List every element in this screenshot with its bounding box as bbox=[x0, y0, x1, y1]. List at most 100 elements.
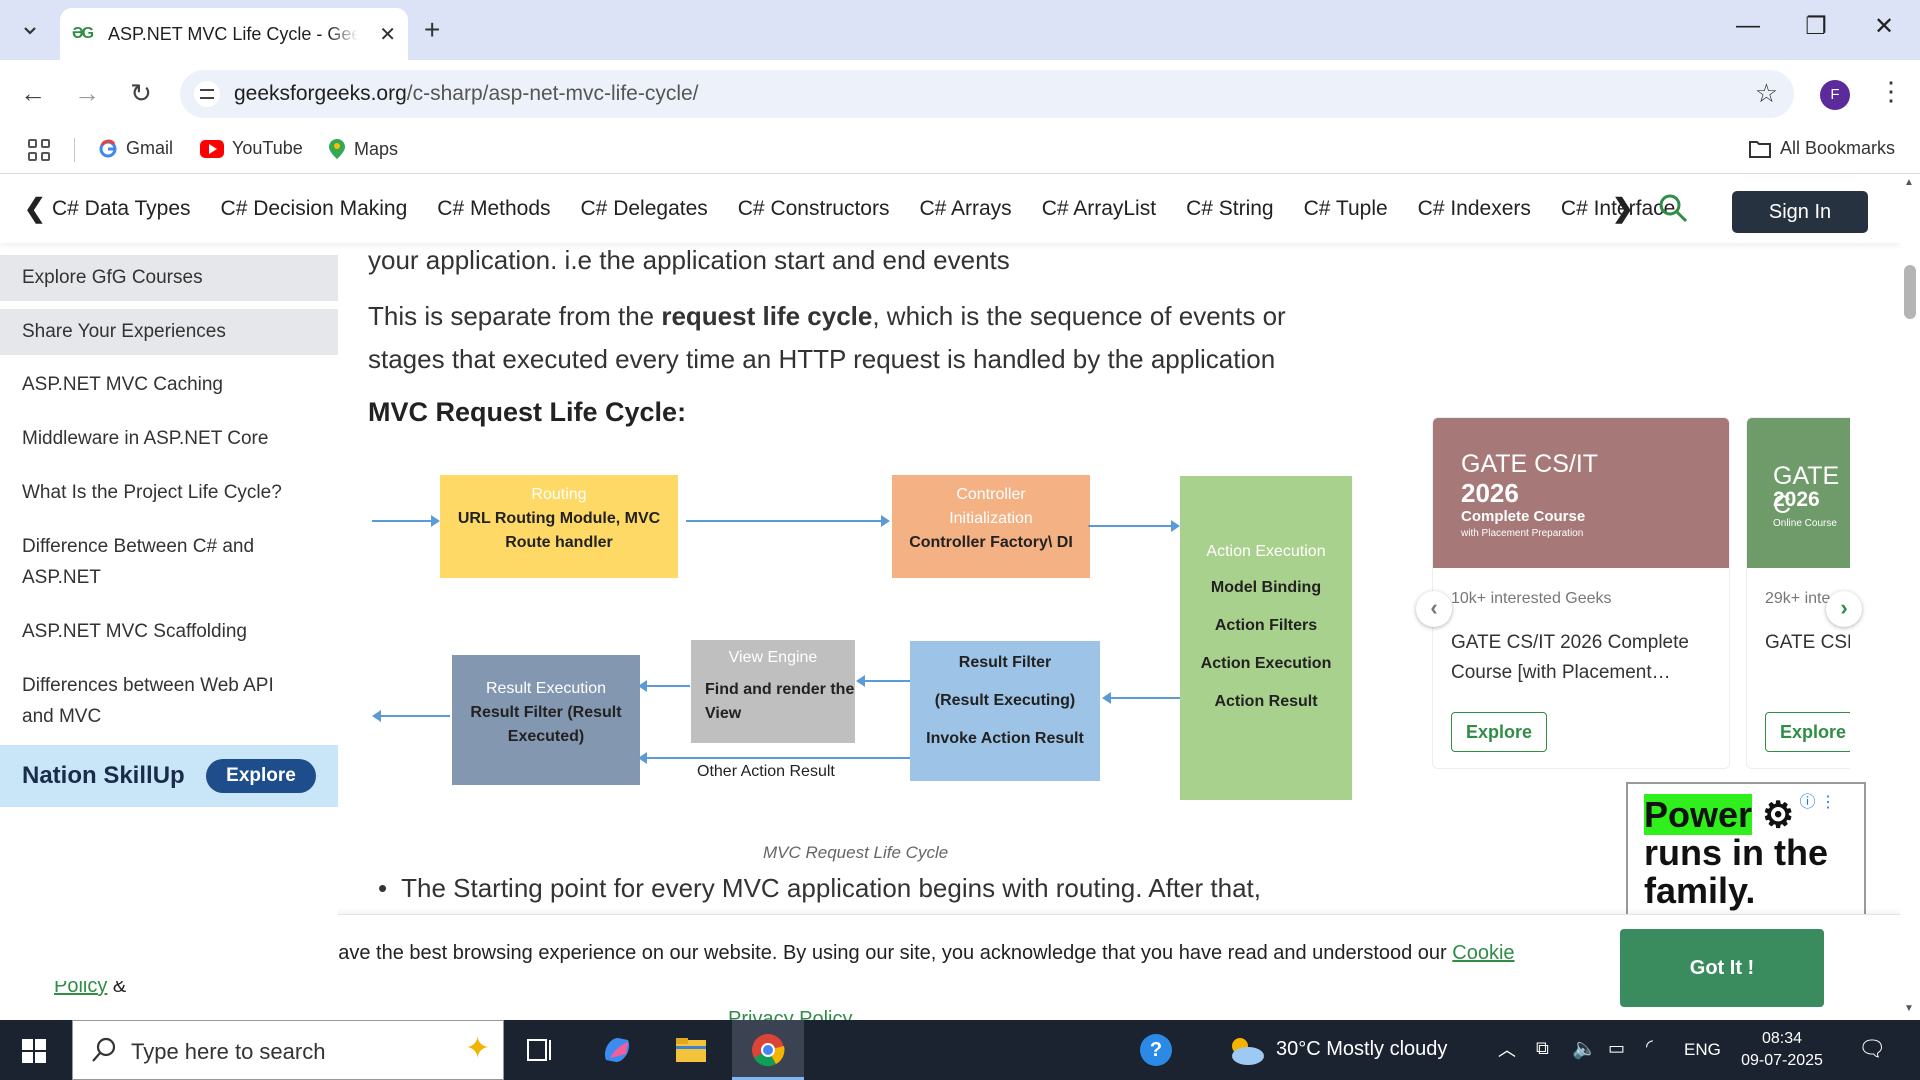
volume-icon[interactable]: 🔈 bbox=[1572, 1036, 1597, 1061]
address-bar[interactable]: geeksforgeeks.org/c-sharp/asp-net-mvc-li… bbox=[180, 70, 1794, 118]
sidebar-item-csharp-vs-aspnet[interactable]: Difference Between C# and ASP.NET bbox=[0, 531, 300, 593]
nation-skillup-label: Nation SkillUp bbox=[22, 762, 185, 789]
bookmark-gmail[interactable]: Gmail bbox=[98, 138, 173, 159]
arrow-into-routing bbox=[372, 515, 440, 527]
topic-link[interactable]: C# Constructors bbox=[738, 197, 890, 221]
arrow-view-to-result-exec bbox=[638, 680, 690, 692]
profile-avatar[interactable]: F bbox=[1820, 80, 1850, 110]
topic-link[interactable]: C# Data Types bbox=[52, 197, 191, 221]
tab-strip: ƏG ASP.NET MVC Life Cycle - GeeksforGeek… bbox=[0, 0, 1920, 60]
copilot-icon[interactable] bbox=[600, 1034, 634, 1066]
result-filter-box: Result Filter (Result Executing) Invoke … bbox=[910, 641, 1100, 781]
all-bookmarks-button[interactable]: All Bookmarks bbox=[1748, 138, 1895, 159]
browser-menu-icon[interactable]: ⋮ bbox=[1878, 76, 1904, 107]
reload-button[interactable]: ↻ bbox=[124, 78, 158, 109]
nav-scroll-left-icon[interactable]: ❮ bbox=[24, 193, 46, 224]
course-title[interactable]: GATE CSE [Live Wee bbox=[1765, 628, 1850, 658]
taskbar-search-box[interactable]: Type here to search ✦ bbox=[72, 1020, 504, 1080]
carousel-prev-icon[interactable]: ‹ bbox=[1416, 591, 1452, 627]
sidebar-item-middleware[interactable]: Middleware in ASP.NET Core bbox=[0, 423, 338, 454]
sidebar-item-webapi-vs-mvc[interactable]: Differences between Web API and MVC bbox=[0, 670, 300, 732]
site-info-icon[interactable] bbox=[194, 81, 220, 107]
close-window-button[interactable]: ✕ bbox=[1864, 12, 1904, 41]
course-title[interactable]: GATE CS/IT 2026 Complete Course [with Pl… bbox=[1451, 628, 1721, 688]
tab-title: ASP.NET MVC Life Cycle - GeeksforGeeks bbox=[108, 23, 358, 44]
page-content: ❮ C# Data Types C# Decision Making C# Meth… bbox=[0, 175, 1900, 1020]
topic-link[interactable]: C# Indexers bbox=[1418, 197, 1531, 221]
folder-icon bbox=[1749, 140, 1771, 158]
accept-cookies-button[interactable]: Got It ! bbox=[1620, 929, 1824, 1007]
weather-cloud-icon bbox=[1232, 1038, 1264, 1065]
course-card-image: GATE CS/IT 2026 Complete Course with Pla… bbox=[1433, 418, 1729, 568]
back-button[interactable]: ← bbox=[16, 78, 50, 109]
article: your application. i.e the application st… bbox=[368, 175, 1368, 1020]
action-execution-box: Action Execution Model Binding Action Fi… bbox=[1180, 476, 1352, 800]
course-card-gate-cs[interactable]: GATE CS/IT 2026 Complete Course with Pla… bbox=[1432, 417, 1730, 769]
topic-nav: ❮ C# Data Types C# Decision Making C# Meth… bbox=[0, 175, 1900, 243]
topic-link[interactable]: C# ArrayList bbox=[1042, 197, 1156, 221]
sign-in-button[interactable]: Sign In bbox=[1732, 191, 1868, 233]
system-clock[interactable]: 08:34 09-07-2025 bbox=[1722, 1028, 1842, 1072]
sidebar-item-scaffolding[interactable]: ASP.NET MVC Scaffolding bbox=[0, 616, 338, 647]
sidebar-item-share-experiences[interactable]: Share Your Experiences bbox=[0, 309, 338, 355]
bookmark-maps[interactable]: Maps bbox=[328, 138, 398, 160]
battery-icon[interactable]: ▭ bbox=[1608, 1038, 1625, 1059]
course-interest-count: 29k+ inte bbox=[1765, 590, 1831, 607]
topic-link[interactable]: C# Arrays bbox=[919, 197, 1011, 221]
view-engine-box: View Engine Find and render the View bbox=[691, 640, 855, 743]
file-explorer-icon[interactable] bbox=[674, 1034, 708, 1066]
nation-skillup-banner: Nation SkillUp Explore bbox=[0, 745, 338, 807]
task-view-icon[interactable] bbox=[524, 1034, 558, 1066]
notifications-icon[interactable]: 🗨 bbox=[1858, 1036, 1886, 1062]
sidebar-item-explore-courses[interactable]: Explore GfG Courses bbox=[0, 255, 338, 301]
search-icon[interactable] bbox=[1658, 193, 1688, 223]
help-icon[interactable]: ? bbox=[1140, 1034, 1172, 1066]
wifi-icon[interactable]: ◜ bbox=[1646, 1036, 1653, 1057]
nation-explore-button[interactable]: Explore bbox=[206, 759, 316, 793]
sidebar-item-project-life-cycle[interactable]: What Is the Project Life Cycle? bbox=[0, 477, 338, 508]
privacy-policy-link[interactable]: Privacy Policy bbox=[728, 1008, 852, 1020]
close-tab-icon[interactable]: ✕ bbox=[379, 22, 396, 47]
windows-taskbar: Type here to search ✦ ? 30°C Mostly clou… bbox=[0, 1020, 1920, 1080]
sidebar-item-mvc-caching[interactable]: ASP.NET MVC Caching bbox=[0, 369, 338, 400]
windows-start-icon[interactable] bbox=[22, 1039, 46, 1063]
page-scrollbar[interactable]: ▲ ▼ bbox=[1900, 175, 1920, 1020]
scroll-up-icon[interactable]: ▲ bbox=[1904, 177, 1914, 188]
course-explore-button[interactable]: Explore bbox=[1451, 712, 1547, 752]
carousel-next-icon[interactable]: › bbox=[1826, 591, 1862, 627]
course-explore-button[interactable]: Explore bbox=[1765, 712, 1850, 752]
result-execution-box: Result Execution Result Filter (Result E… bbox=[452, 655, 640, 785]
forward-button[interactable]: → bbox=[70, 78, 104, 109]
restore-button[interactable]: ❐ bbox=[1796, 12, 1836, 41]
topic-link[interactable]: C# Tuple bbox=[1304, 197, 1388, 221]
bookmark-star-icon[interactable]: ☆ bbox=[1755, 78, 1778, 109]
active-tab[interactable]: ƏG ASP.NET MVC Life Cycle - GeeksforGeek… bbox=[60, 8, 408, 60]
controller-box: Controller Initialization Controller Fac… bbox=[892, 475, 1090, 578]
advertisement[interactable]: ⓘ ⋮ Power ⚙ runs in the family. bbox=[1626, 782, 1866, 922]
new-tab-button[interactable]: + bbox=[424, 14, 440, 46]
arrow-action-to-result-filter bbox=[1102, 692, 1180, 704]
figure-caption: MVC Request Life Cycle bbox=[763, 843, 949, 862]
mvc-life-cycle-diagram: Routing URL Routing Module, MVC Route ha… bbox=[368, 475, 1358, 835]
apps-grid-icon[interactable] bbox=[28, 139, 50, 161]
topic-link[interactable]: C# Decision Making bbox=[221, 197, 408, 221]
bookmark-youtube[interactable]: YouTube bbox=[200, 138, 303, 159]
nav-scroll-right-icon[interactable]: ❯ bbox=[1612, 193, 1634, 224]
meet-now-icon[interactable]: ⧉ bbox=[1536, 1038, 1549, 1059]
tab-search-button[interactable] bbox=[14, 14, 46, 46]
topic-link[interactable]: C# Delegates bbox=[581, 197, 708, 221]
show-hidden-icons-icon[interactable]: ︿ bbox=[1498, 1036, 1516, 1062]
google-icon bbox=[99, 139, 117, 157]
topic-link[interactable]: C# Methods bbox=[437, 197, 550, 221]
sparkle-icon: ✦ bbox=[465, 1032, 491, 1065]
weather-text[interactable]: 30°C Mostly cloudy bbox=[1276, 1038, 1447, 1061]
paragraph-app-events: your application. i.e the application st… bbox=[368, 245, 1010, 275]
taskbar-chrome-button[interactable] bbox=[732, 1020, 804, 1080]
topic-link[interactable]: C# String bbox=[1186, 197, 1274, 221]
arrow-out-of-result-exec bbox=[372, 710, 450, 722]
minimize-button[interactable]: — bbox=[1728, 12, 1768, 40]
language-indicator[interactable]: ENG bbox=[1684, 1040, 1721, 1060]
scrollbar-thumb[interactable] bbox=[1904, 265, 1916, 319]
url-text[interactable]: geeksforgeeks.org/c-sharp/asp-net-mvc-li… bbox=[234, 82, 699, 106]
scroll-down-icon[interactable]: ▼ bbox=[1904, 1003, 1914, 1014]
